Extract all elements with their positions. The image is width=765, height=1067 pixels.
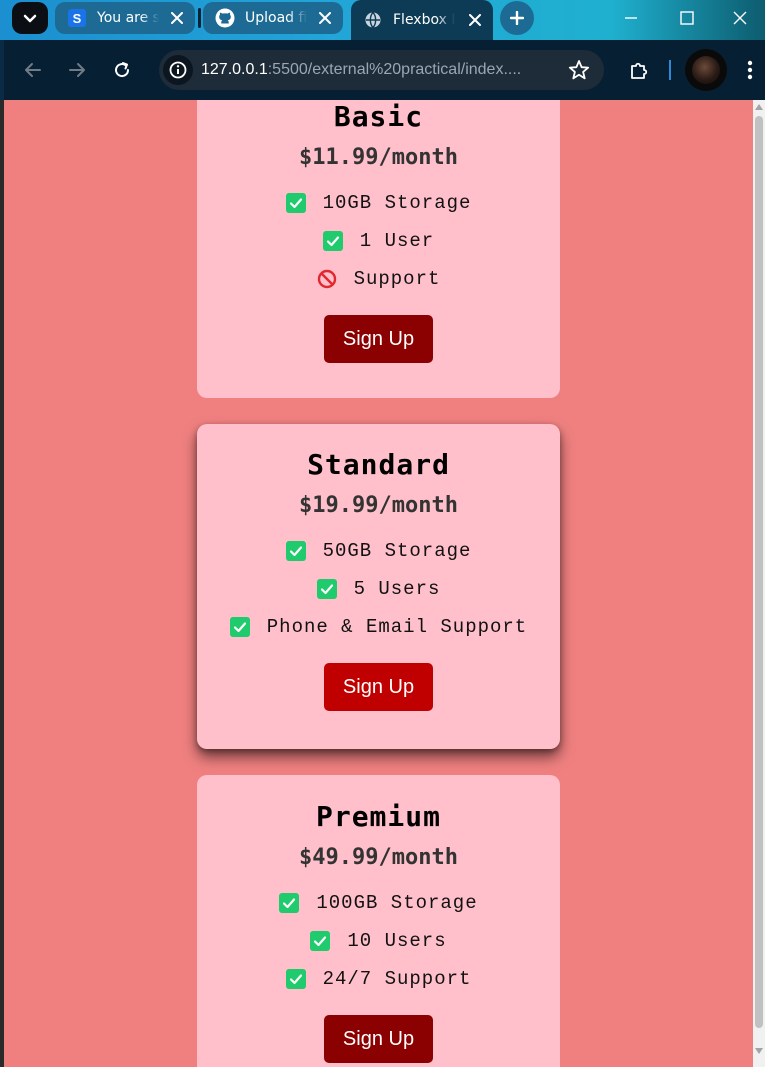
browser-toolbar: 127.0.0.1:5500/external%20practical/inde…: [0, 40, 765, 100]
minimize-button[interactable]: [603, 0, 659, 36]
tab-title: You are s: [97, 10, 159, 26]
feature-text: 24/7 Support: [322, 968, 472, 990]
feature-item: 10 Users: [310, 922, 446, 960]
new-tab-button[interactable]: [500, 1, 534, 35]
check-icon: [310, 931, 331, 951]
prohibited-icon: [317, 269, 337, 289]
arrow-left-icon: [25, 63, 41, 77]
check-icon: [279, 893, 300, 913]
s-letter-icon: S: [67, 8, 87, 28]
plus-icon: [510, 11, 524, 25]
feature-text: 5 Users: [353, 578, 441, 600]
tab-search-button[interactable]: [12, 2, 48, 34]
plan-price: $49.99/month: [299, 845, 458, 870]
feature-item: Phone & Email Support: [229, 608, 528, 646]
check-icon: [285, 541, 306, 561]
close-icon[interactable]: [467, 12, 483, 28]
feature-text: 50GB Storage: [322, 540, 472, 562]
scroll-down-arrow-icon[interactable]: [755, 1046, 763, 1056]
reload-button[interactable]: [107, 55, 137, 85]
tab-strip: S You are s Upload fi Flexbox P: [0, 0, 765, 40]
feature-item: 1 User: [322, 222, 435, 260]
feature-item: 50GB Storage: [285, 532, 472, 570]
maximize-button[interactable]: [659, 0, 715, 36]
tab-separator: [198, 8, 201, 28]
maximize-icon: [680, 11, 694, 25]
toolbar-divider: [669, 60, 671, 80]
check-icon: [285, 193, 306, 213]
check-icon: [285, 969, 306, 989]
pricing-card-standard: Standard $19.99/month 50GB Storage 5 Use…: [197, 424, 560, 749]
check-icon: [322, 231, 343, 251]
avatar-image: [692, 56, 720, 84]
chevron-down-icon: [23, 14, 37, 23]
tab-upload-files[interactable]: Upload fi: [203, 2, 343, 34]
sign-up-button-standard[interactable]: Sign Up: [324, 663, 433, 711]
browser-menu-button[interactable]: [735, 55, 765, 85]
address-bar[interactable]: 127.0.0.1:5500/external%20practical/inde…: [159, 50, 604, 90]
site-info-button[interactable]: [163, 55, 193, 85]
feature-item: 5 Users: [316, 570, 441, 608]
url-host: 127.0.0.1: [201, 61, 268, 78]
feature-list: 100GB Storage 10 Users 24/7 Support: [279, 884, 477, 998]
tab-you-are[interactable]: S You are s: [55, 2, 195, 34]
puzzle-icon: [631, 62, 648, 79]
tab-title: Upload fi: [245, 10, 307, 26]
svg-text:S: S: [73, 11, 82, 26]
plan-name: Premium: [315, 800, 441, 833]
feature-item: 24/7 Support: [285, 960, 472, 998]
feature-text: 1 User: [359, 230, 435, 252]
feature-text: 100GB Storage: [316, 892, 478, 914]
feature-list: 10GB Storage 1 User Support: [285, 184, 472, 298]
page-scrollbar[interactable]: [753, 100, 765, 1067]
feature-item: 10GB Storage: [285, 184, 472, 222]
profile-avatar[interactable]: [685, 49, 727, 91]
tab-flexbox[interactable]: Flexbox P: [351, 0, 493, 40]
minimize-icon: [625, 17, 637, 19]
feature-item: Support: [317, 260, 441, 298]
globe-icon: [363, 10, 383, 30]
close-icon[interactable]: [317, 10, 333, 26]
extensions-button[interactable]: [624, 55, 654, 85]
feature-text: 10GB Storage: [322, 192, 472, 214]
plan-name: Standard: [307, 448, 450, 481]
sign-up-button-premium[interactable]: Sign Up: [324, 1015, 433, 1063]
tab-title: Flexbox P: [393, 12, 455, 28]
scroll-up-arrow-icon[interactable]: [755, 102, 763, 112]
forward-button[interactable]: [62, 55, 92, 85]
back-button[interactable]: [18, 55, 48, 85]
close-icon: [733, 11, 747, 25]
pricing-card-premium: Premium $49.99/month 100GB Storage 10 Us…: [197, 775, 560, 1067]
check-icon: [316, 579, 337, 599]
page-viewport: Basic $11.99/month 10GB Storage 1 User S…: [4, 100, 753, 1067]
sign-up-button-basic[interactable]: Sign Up: [324, 315, 433, 363]
scroll-thumb[interactable]: [755, 116, 763, 1028]
info-icon: [169, 61, 187, 79]
arrow-right-icon: [69, 63, 85, 77]
more-vertical-icon: [747, 60, 753, 80]
check-icon: [229, 617, 250, 637]
github-icon: [215, 8, 235, 28]
plan-price: $19.99/month: [299, 493, 458, 518]
feature-list: 50GB Storage 5 Users Phone & Email Suppo…: [229, 532, 528, 646]
url-text[interactable]: 127.0.0.1:5500/external%20practical/inde…: [201, 61, 551, 79]
feature-item: 100GB Storage: [279, 884, 477, 922]
pricing-card-basic: Basic $11.99/month 10GB Storage 1 User S…: [197, 100, 560, 398]
plan-price: $11.99/month: [299, 145, 458, 170]
close-window-button[interactable]: [715, 0, 765, 36]
plan-name: Basic: [333, 100, 424, 133]
reload-icon: [115, 62, 130, 78]
close-icon[interactable]: [169, 10, 185, 26]
feature-text: Phone & Email Support: [266, 616, 528, 638]
feature-text: Support: [353, 268, 441, 290]
feature-text: 10 Users: [347, 930, 447, 952]
star-icon[interactable]: [568, 59, 590, 81]
url-path: :5500/external%20practical/index....: [267, 61, 522, 78]
